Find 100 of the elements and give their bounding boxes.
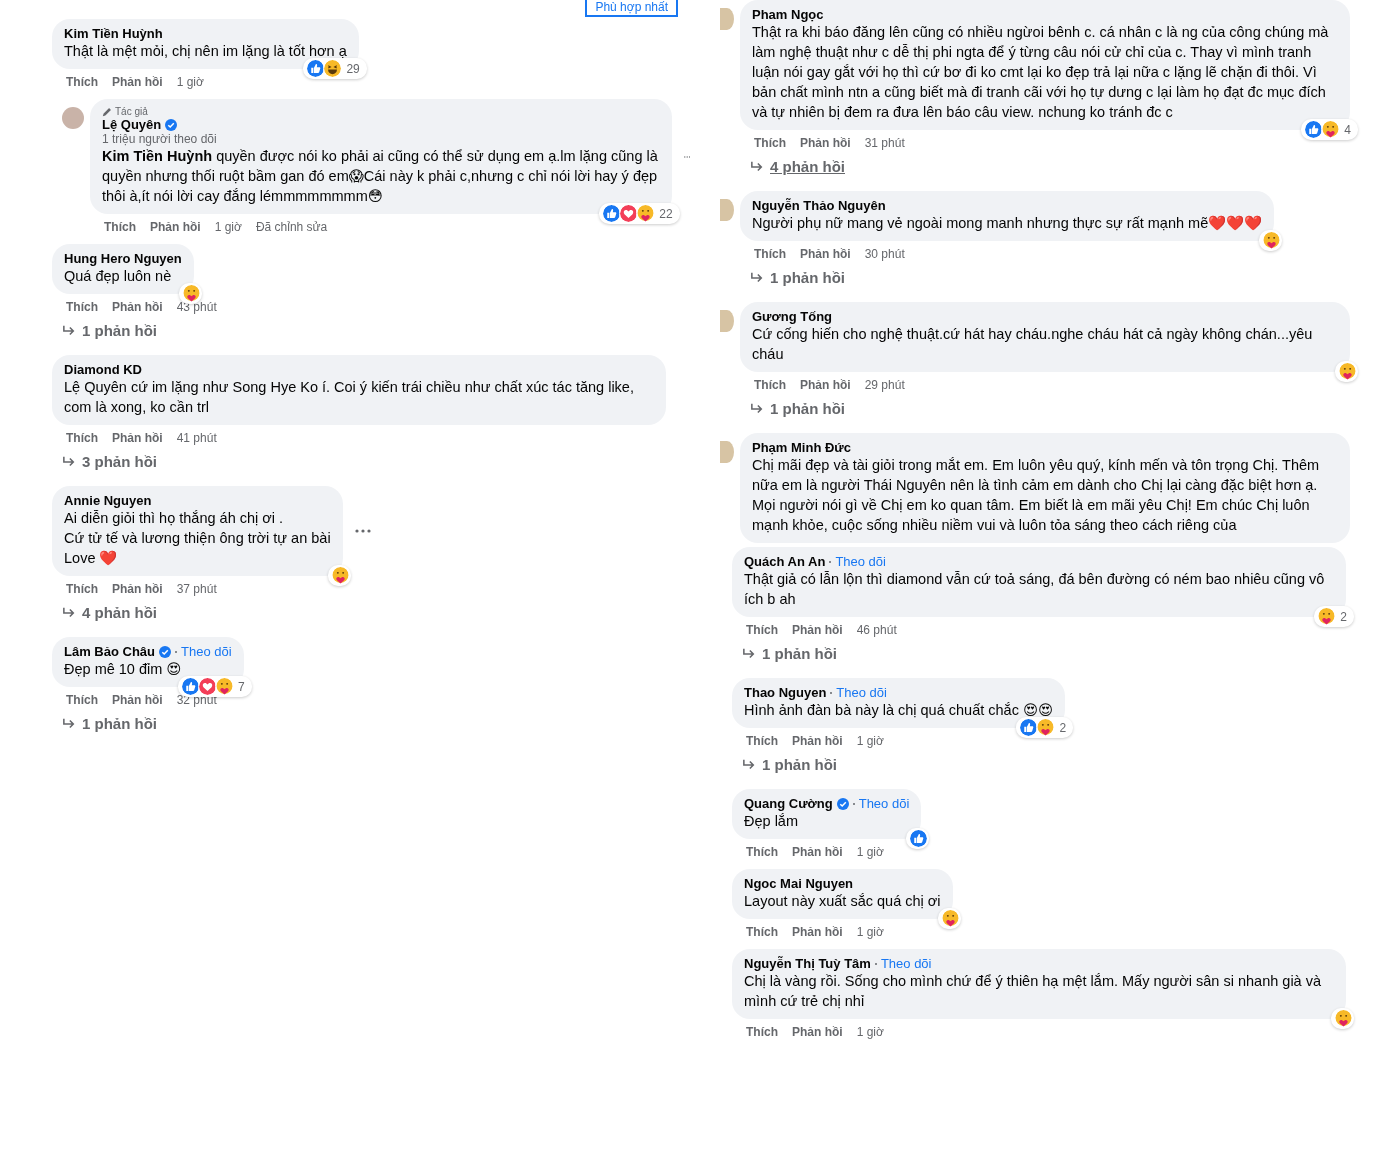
like-icon [180, 677, 200, 696]
reaction-count: 29 [346, 61, 360, 76]
care-icon [1338, 362, 1357, 381]
comment-time[interactable]: 1 giờ [856, 734, 884, 748]
comment-action-link[interactable]: Thích [66, 75, 98, 89]
comment-action-link[interactable]: Phản hồi [800, 136, 851, 150]
comment-time[interactable]: 41 phút [176, 431, 217, 445]
view-replies-link[interactable]: 1 phản hồi [770, 400, 845, 417]
reaction-summary[interactable] [937, 908, 961, 929]
comment-time[interactable]: 46 phút [856, 623, 897, 637]
reaction-summary[interactable]: 29 [303, 58, 367, 79]
view-replies-link[interactable]: 1 phản hồi [82, 715, 157, 732]
reaction-summary[interactable] [1259, 230, 1283, 251]
follow-link[interactable]: Theo dõi [835, 554, 886, 569]
commenter-name[interactable]: Nguyễn Thị Tuỳ Tâm [744, 956, 871, 971]
comment-action-link[interactable]: Phản hồi [792, 1025, 843, 1039]
view-replies-link[interactable]: 3 phản hồi [82, 453, 157, 470]
like-icon [1019, 718, 1039, 737]
comment-action-link[interactable]: Thích [746, 1025, 778, 1039]
reaction-summary[interactable] [1331, 1008, 1354, 1029]
comment-action-link[interactable]: Phản hồi [112, 431, 163, 445]
follow-link[interactable]: Theo dõi [181, 644, 232, 659]
commenter-name[interactable]: Gương Tống [752, 309, 833, 324]
view-replies-link[interactable]: 4 phản hồi [770, 158, 845, 175]
comment-action-link[interactable]: Thích [66, 693, 98, 707]
view-replies-link[interactable]: 1 phản hồi [770, 269, 845, 286]
like-icon [602, 204, 622, 223]
comment-action-link[interactable]: Thích [746, 925, 778, 939]
comment-time[interactable]: 29 phút [864, 378, 905, 392]
comment-action-link[interactable]: Phản hồi [792, 734, 843, 748]
comment-action-link[interactable]: Thích [754, 136, 786, 150]
reaction-summary[interactable]: 4 [1301, 119, 1358, 140]
commenter-name[interactable]: Quang Cường [744, 796, 833, 811]
comment-action-link[interactable]: Thích [746, 734, 778, 748]
comment-action-link[interactable]: Phản hồi [112, 300, 163, 314]
sort-dropdown[interactable]: Phù hợp nhất [585, 0, 678, 17]
comment-time[interactable]: 31 phút [864, 136, 905, 150]
commenter-name[interactable]: Lệ Quyên [102, 117, 162, 132]
comment-text: Chị là vàng rồi. Sống cho mình chứ để ý thiên hạ mệt lắm. Mấy người sân si nhanh già và mình cứ trẻ chị nhỉ [744, 972, 1322, 1011]
comment-text: Ai diễn giỏi thì họ thắng áh chị ơi . Cứ tử tế và lương thiện ông trời tự an bài Love ❤ [64, 509, 331, 568]
comment-time[interactable]: 1 giờ [856, 1025, 884, 1039]
commenter-name[interactable]: Kim Tiền Huỳnh [64, 26, 163, 41]
commenter-name[interactable]: Nguyễn Thảo Nguyên [752, 198, 886, 213]
commenter-name[interactable]: Annie Nguyen [64, 493, 152, 508]
comment-action-link[interactable]: Thích [754, 378, 786, 392]
reaction-count: 7 [237, 679, 245, 694]
comment-text: Cứ cống hiến cho nghệ thuật.cứ hát hay cháu.nghe cháu hát cả ngày không chán...yêu cháu [752, 325, 1314, 364]
reaction-count: 4 [1344, 122, 1351, 137]
reaction-count: 22 [659, 206, 673, 221]
comment-action-link[interactable]: Thích [746, 623, 778, 637]
commenter-name[interactable]: Thao Nguyen [744, 685, 827, 700]
follow-link[interactable]: Theo dõi [836, 685, 887, 700]
follow-link[interactable]: Theo dõi [858, 796, 910, 811]
comment-time[interactable]: 1 giờ [856, 925, 884, 939]
comment-text: Thật là mệt mỏi, chị nên im lặng là tốt hơn ạ [64, 42, 347, 61]
comment-action-link[interactable]: Phản hồi [800, 247, 851, 261]
commenter-name[interactable]: Phạm Minh Đức [752, 440, 851, 455]
comment-text: Quá đẹp luôn nè [64, 267, 173, 286]
comment-time[interactable]: 37 phút [176, 582, 217, 596]
commenter-name[interactable]: Ngoc Mai Nguyen [744, 876, 854, 891]
comment-action-link[interactable]: Phản hồi [112, 693, 163, 707]
reaction-summary[interactable] [1335, 361, 1358, 382]
view-replies-link[interactable]: 1 phản hồi [82, 322, 157, 339]
comment-action-link[interactable]: Phản hồi [112, 75, 163, 89]
comment-action-link[interactable]: Thích [746, 845, 778, 859]
comment-text: Đẹp mê 10 đỉm 😍 [64, 660, 183, 679]
comment-action-link[interactable]: Thích [66, 300, 98, 314]
comment-text: Đẹp lắm [744, 812, 799, 831]
comment-time[interactable]: 1 giờ [214, 220, 242, 234]
reaction-summary[interactable] [327, 565, 351, 586]
commenter-name[interactable]: Hung Hero Nguyen [64, 251, 182, 266]
comment-action-link[interactable]: Phản hồi [112, 582, 163, 596]
comment-action-link[interactable]: Phản hồi [792, 845, 843, 859]
more-options-icon[interactable] [354, 529, 371, 533]
commenter-name[interactable]: Pham Ngọc [752, 7, 824, 22]
view-replies-link[interactable]: 1 phản hồi [762, 645, 837, 662]
comment-action-link[interactable]: Phản hồi [792, 623, 843, 637]
comment-time[interactable]: 30 phút [864, 247, 905, 261]
view-replies-link[interactable]: 4 phản hồi [82, 604, 157, 621]
commenter-name[interactable]: Diamond KD [64, 362, 142, 377]
reaction-summary[interactable] [178, 283, 202, 304]
comment-action-link[interactable]: Thích [66, 431, 98, 445]
view-replies-link[interactable]: 1 phản hồi [762, 756, 837, 773]
comment-time[interactable]: 1 giờ [176, 75, 204, 89]
commenter-name[interactable]: Quách An An [744, 554, 826, 569]
follow-link[interactable]: Theo dõi [880, 956, 932, 971]
comment-time[interactable]: 1 giờ [856, 845, 884, 859]
reply-arrow-icon [742, 758, 756, 771]
reaction-summary[interactable]: 2 [1016, 717, 1074, 738]
reaction-summary[interactable]: 22 [599, 203, 680, 224]
commenter-name[interactable]: Lâm Bảo Châu [64, 644, 155, 659]
comment-action-link[interactable]: Thích [754, 247, 786, 261]
comment-action-link[interactable]: Phản hồi [792, 925, 843, 939]
reaction-summary[interactable]: 2 [1314, 606, 1354, 627]
comment-action-link[interactable]: Phản hồi [150, 220, 201, 234]
more-options-icon[interactable] [683, 154, 690, 159]
comment-action-link[interactable]: Phản hồi [800, 378, 851, 392]
comment-action-link[interactable]: Thích [66, 582, 98, 596]
comment-action-link[interactable]: Thích [104, 220, 136, 234]
reaction-summary[interactable] [906, 828, 930, 849]
